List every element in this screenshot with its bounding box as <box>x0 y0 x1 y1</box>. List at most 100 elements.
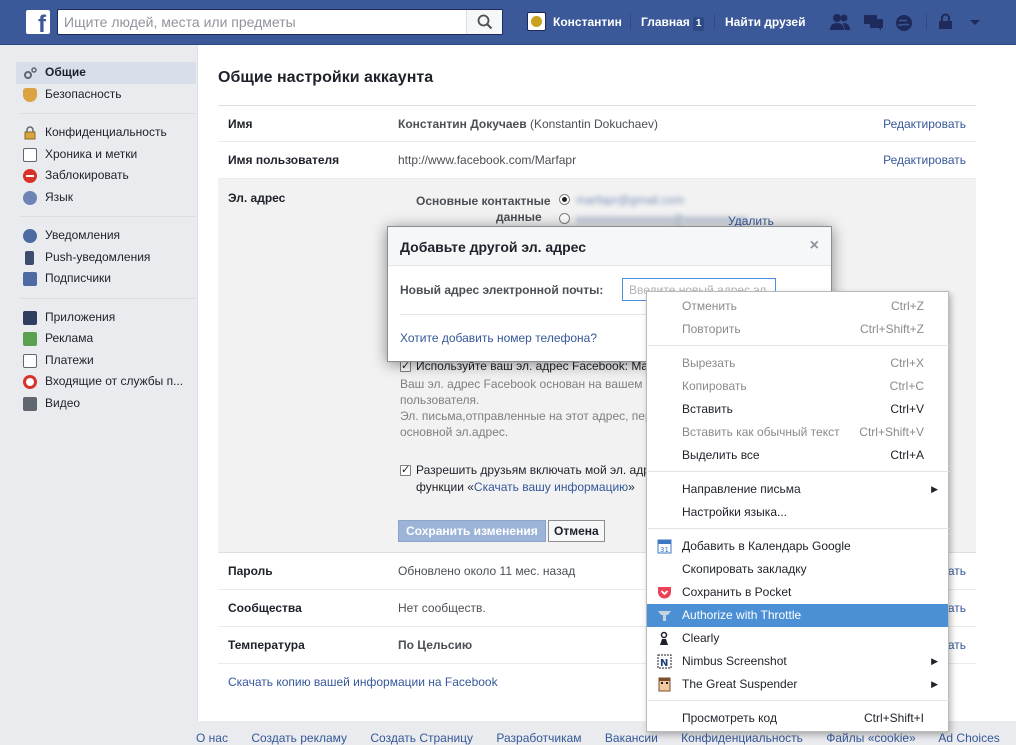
rss-icon <box>23 272 37 286</box>
menu-item-label: Повторить <box>682 322 741 336</box>
menu-item-clearly[interactable]: Clearly <box>647 627 948 650</box>
sidebar-item-push-notifications[interactable]: Push-уведомления <box>16 247 196 269</box>
facebook-logo[interactable]: f <box>26 10 50 34</box>
edit-link[interactable]: ать <box>948 638 966 652</box>
edit-link[interactable]: ать <box>948 564 966 578</box>
sidebar-item-general[interactable]: Общие <box>16 62 196 84</box>
clearly-icon <box>657 631 672 646</box>
setting-value: Обновлено около 11 мес. назад <box>398 564 576 578</box>
setting-row-username[interactable]: Имя пользователя http://www.facebook.com… <box>218 142 976 179</box>
sidebar-item-security[interactable]: Безопасность <box>16 84 196 106</box>
sidebar-item-ads[interactable]: Реклама <box>16 328 196 350</box>
search-button[interactable] <box>466 10 502 34</box>
menu-separator <box>648 700 949 701</box>
sidebar-item-notifications[interactable]: Уведомления <box>16 225 196 247</box>
menu-item-label: Отменить <box>682 299 737 313</box>
footer-link-about[interactable]: О нас <box>196 731 228 745</box>
menu-item-paste-plain[interactable]: Вставить как обычный текст Ctrl+Shift+V <box>647 421 948 444</box>
avatar[interactable] <box>527 12 546 31</box>
primary-email-radio[interactable] <box>559 194 570 205</box>
privacy-shortcuts-icon[interactable] <box>936 13 958 31</box>
sidebar-item-videos[interactable]: Видео <box>16 393 196 415</box>
footer-link-ad-choices[interactable]: Ad Choices <box>938 731 999 745</box>
facebook-email-checkbox[interactable] <box>400 359 411 372</box>
close-icon[interactable]: × <box>810 237 819 255</box>
menu-shortcut: Ctrl+Z <box>891 299 924 313</box>
menu-item-inspect[interactable]: Просмотреть код Ctrl+Shift+I <box>647 707 948 730</box>
menu-item-label: Сохранить в Pocket <box>682 585 792 599</box>
payments-icon <box>23 353 37 368</box>
menu-item-cut[interactable]: Вырезать Ctrl+X <box>647 352 948 375</box>
name-value: Константин Докучаев <box>398 117 527 131</box>
friend-requests-icon[interactable] <box>829 13 851 31</box>
sidebar-item-label: Push-уведомления <box>45 249 151 264</box>
email-value: marfapr@gmail.com <box>576 193 685 207</box>
sidebar-item-label: Язык <box>45 189 74 204</box>
sidebar-item-timeline[interactable]: Хроника и метки <box>16 144 196 166</box>
secondary-email-radio[interactable] <box>559 213 570 224</box>
checkbox-label: Разрешить друзьям включать мой эл. адр <box>416 463 650 477</box>
setting-label: Температура <box>228 638 305 652</box>
menu-separator <box>648 345 949 346</box>
setting-label: Пароль <box>228 564 273 578</box>
sidebar-item-payments[interactable]: Платежи <box>16 350 196 372</box>
menu-item-language-settings[interactable]: Настройки языка... <box>647 501 948 524</box>
footer-link-cookies[interactable]: Файлы «cookie» <box>826 731 916 745</box>
timeline-icon <box>23 147 37 162</box>
notifications-icon[interactable] <box>894 13 916 31</box>
home-link[interactable]: Главная 1 <box>641 12 705 32</box>
download-copy-link[interactable]: Скачать копию вашей информации на Facebo… <box>228 675 498 689</box>
sidebar-item-label: Подписчики <box>45 271 112 285</box>
sidebar-item-privacy[interactable]: Конфиденциальность <box>16 122 196 144</box>
footer-link-developers[interactable]: Разработчикам <box>496 731 581 745</box>
edit-link[interactable]: Редактировать <box>883 153 966 167</box>
menu-item-writing-direction[interactable]: Направление письма ▶ <box>647 478 948 501</box>
find-friends-link[interactable]: Найти друзей <box>725 12 805 32</box>
profile-link[interactable]: Константин <box>553 12 622 32</box>
download-info-link[interactable]: Скачать вашу информацию <box>474 480 628 494</box>
sidebar-item-apps[interactable]: Приложения <box>16 307 196 329</box>
sidebar-item-label: Безопасность <box>45 86 122 101</box>
menu-item-redo[interactable]: Повторить Ctrl+Shift+Z <box>647 318 948 341</box>
sidebar-item-label: Видео <box>45 395 81 410</box>
apps-icon <box>23 310 37 325</box>
gear-icon <box>23 66 37 80</box>
footer-link-privacy[interactable]: Конфиденциальность <box>681 731 803 745</box>
allow-download-checkbox[interactable] <box>400 463 411 476</box>
sidebar-item-blocking[interactable]: Заблокировать <box>16 165 196 187</box>
sidebar-item-label: Конфиденциальность <box>45 125 167 139</box>
footer-link-careers[interactable]: Вакансии <box>605 731 658 745</box>
footer-link-create-page[interactable]: Создать Страницу <box>370 731 473 745</box>
menu-item-save-to-pocket[interactable]: Сохранить в Pocket <box>647 581 948 604</box>
menu-item-label: The Great Suspender <box>682 677 798 691</box>
setting-row-name[interactable]: Имя Константин Докучаев (Konstantin Doku… <box>218 106 976 142</box>
menu-item-copy[interactable]: Копировать Ctrl+C <box>647 375 948 398</box>
sidebar-item-language[interactable]: Язык <box>16 187 196 209</box>
menu-item-nimbus-screenshot[interactable]: N Nimbus Screenshot ▶ <box>647 650 948 673</box>
menu-item-authorize-throttle[interactable]: Authorize with Throttle <box>647 604 948 627</box>
cancel-button[interactable]: Отмена <box>548 520 605 542</box>
menu-item-select-all[interactable]: Выделить все Ctrl+A <box>647 444 948 467</box>
name-latin-value: (Konstantin Dokuchaev) <box>529 117 659 131</box>
menu-shortcut: Ctrl+V <box>890 402 924 416</box>
footer-link-create-ad[interactable]: Создать рекламу <box>251 731 347 745</box>
menu-item-great-suspender[interactable]: The Great Suspender ▶ <box>647 673 948 696</box>
menu-item-copy-bookmark[interactable]: Скопировать закладку <box>647 558 948 581</box>
edit-link[interactable]: Редактировать <box>883 117 966 131</box>
setting-value: http://www.facebook.com/Marfapr <box>398 153 577 167</box>
edit-link[interactable]: ать <box>948 601 966 615</box>
search-input[interactable] <box>58 10 468 34</box>
menu-item-paste[interactable]: Вставить Ctrl+V <box>647 398 948 421</box>
sidebar-item-followers[interactable]: Подписчики <box>16 268 196 290</box>
save-changes-button[interactable]: Сохранить изменения <box>398 520 546 542</box>
setting-label: Эл. адрес <box>228 191 286 205</box>
suspender-icon <box>657 677 672 692</box>
messages-icon[interactable] <box>863 13 885 31</box>
sidebar-item-label: Хроника и метки <box>45 146 138 161</box>
setting-value: По Цельсию <box>398 638 473 652</box>
account-menu-chevron-down-icon[interactable] <box>968 13 990 31</box>
menu-item-google-calendar[interactable]: 31 Добавить в Календарь Google <box>647 535 948 558</box>
menu-item-undo[interactable]: Отменить Ctrl+Z <box>647 295 948 318</box>
add-phone-link[interactable]: Хотите добавить номер телефона? <box>400 331 597 345</box>
sidebar-item-support-inbox[interactable]: Входящие от службы п... <box>16 371 196 393</box>
